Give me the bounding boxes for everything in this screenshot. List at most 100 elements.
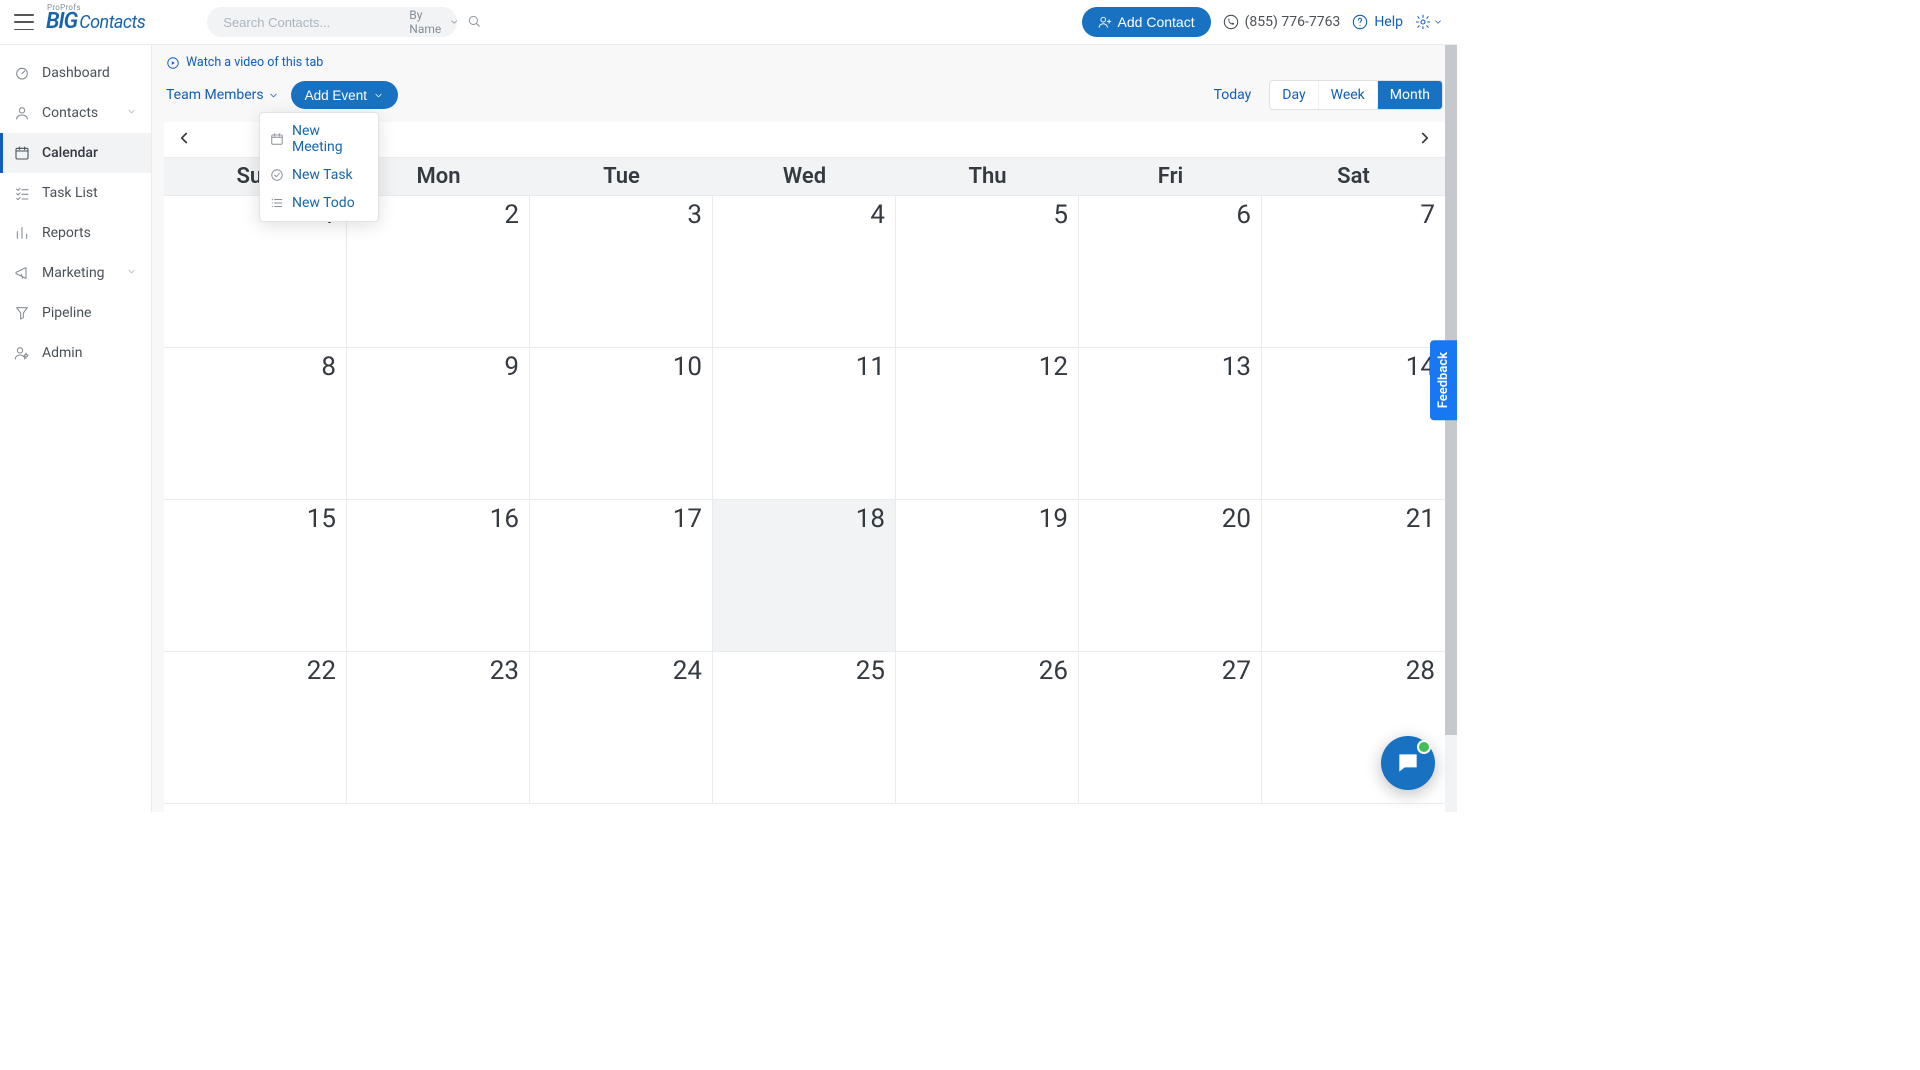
day-number: 20 <box>1222 504 1251 534</box>
calendar-day-cell[interactable]: 27 <box>1079 652 1262 804</box>
main-content: Watch a video of this tab Team Members A… <box>152 45 1457 812</box>
search-input[interactable] <box>221 14 401 31</box>
pipeline-icon <box>14 305 30 321</box>
sidebar-item-admin[interactable]: Admin <box>0 333 151 373</box>
calendar-day-cell[interactable]: 10 <box>530 348 713 500</box>
search-filter-label: By Name <box>409 8 445 36</box>
day-number: 18 <box>856 504 885 534</box>
today-button[interactable]: Today <box>1204 81 1262 109</box>
calendar-day-cell[interactable]: 7 <box>1262 196 1445 348</box>
day-number: 22 <box>307 656 336 686</box>
chat-widget[interactable] <box>1381 736 1435 790</box>
add-event-button[interactable]: Add Event <box>291 81 398 109</box>
sidebar-item-contacts[interactable]: Contacts <box>0 93 151 133</box>
search-icon[interactable] <box>467 14 481 31</box>
watch-video-label: Watch a video of this tab <box>186 55 323 70</box>
add-contact-button[interactable]: Add Contact <box>1082 7 1211 37</box>
day-number: 6 <box>1236 200 1251 230</box>
calendar-day-cell[interactable]: 16 <box>347 500 530 652</box>
calendar-day-cell[interactable]: 9 <box>347 348 530 500</box>
calendar-day-cell[interactable]: 17 <box>530 500 713 652</box>
brand-contacts: Contacts <box>79 14 145 32</box>
day-number: 4 <box>870 200 885 230</box>
calendar-day-cell[interactable]: 14 <box>1262 348 1445 500</box>
sidebar-item-marketing[interactable]: Marketing <box>0 253 151 293</box>
calendar-icon <box>14 145 30 161</box>
calendar-day-cell[interactable]: 3 <box>530 196 713 348</box>
watch-video-link[interactable]: Watch a video of this tab <box>164 53 1445 80</box>
calendar-day-cell[interactable]: 4 <box>713 196 896 348</box>
calendar-day-cell[interactable]: 23 <box>347 652 530 804</box>
sidebar-item-label: Pipeline <box>42 305 92 321</box>
phone-number[interactable]: (855) 776-7763 <box>1223 14 1341 30</box>
feedback-tab[interactable]: Feedback <box>1430 340 1457 420</box>
caret-down-icon <box>268 90 279 101</box>
view-week-button[interactable]: Week <box>1318 81 1377 109</box>
calendar-day-cell[interactable]: 26 <box>896 652 1079 804</box>
brand-logo[interactable]: ProProfs BIG Contacts <box>46 11 145 33</box>
caret-down-icon <box>373 90 384 101</box>
calendar-day-cell[interactable]: 6 <box>1079 196 1262 348</box>
day-header: Thu <box>896 158 1079 195</box>
sidebar-item-reports[interactable]: Reports <box>0 213 151 253</box>
calendar-day-cell[interactable]: 24 <box>530 652 713 804</box>
page-scrollbar[interactable] <box>1445 45 1457 812</box>
menu-item-label: New Meeting <box>292 123 368 155</box>
day-header: Fri <box>1079 158 1262 195</box>
sidebar-item-task-list[interactable]: Task List <box>0 173 151 213</box>
settings-dropdown[interactable] <box>1415 14 1443 30</box>
admin-icon <box>14 345 30 361</box>
menu-item-label: New Todo <box>292 195 355 211</box>
chevron-left-icon <box>175 129 193 147</box>
menu-item-new-todo[interactable]: New Todo <box>260 189 378 217</box>
team-members-dropdown[interactable]: Team Members <box>166 87 279 103</box>
new-meeting-icon <box>270 132 284 146</box>
day-number: 10 <box>673 352 702 382</box>
search-box[interactable]: By Name <box>207 7 457 37</box>
prev-month-button[interactable] <box>174 128 194 152</box>
day-number: 26 <box>1039 656 1068 686</box>
calendar-day-cell[interactable]: 8 <box>164 348 347 500</box>
calendar-day-cell[interactable]: 15 <box>164 500 347 652</box>
calendar-day-cell[interactable]: 21 <box>1262 500 1445 652</box>
sidebar-item-pipeline[interactable]: Pipeline <box>0 293 151 333</box>
menu-toggle-icon[interactable] <box>14 14 34 30</box>
view-month-button[interactable]: Month <box>1377 81 1442 109</box>
calendar-day-cell[interactable]: 12 <box>896 348 1079 500</box>
phone-number-label: (855) 776-7763 <box>1245 14 1341 30</box>
day-number: 15 <box>307 504 336 534</box>
calendar-day-cell[interactable]: 20 <box>1079 500 1262 652</box>
search-filter-dropdown[interactable]: By Name <box>409 8 459 36</box>
sidebar-item-dashboard[interactable]: Dashboard <box>0 53 151 93</box>
brand-big: BIG <box>46 11 77 33</box>
calendar-toolbar: Team Members Add Event New MeetingNew Ta… <box>164 80 1445 122</box>
calendar: SunMonTueWedThuFriSat 123456789101112131… <box>164 122 1445 812</box>
view-day-button[interactable]: Day <box>1270 81 1317 109</box>
sidebar-item-calendar[interactable]: Calendar <box>0 133 151 173</box>
calendar-day-cell[interactable]: 5 <box>896 196 1079 348</box>
gear-icon <box>1415 14 1431 30</box>
chevron-down-icon <box>126 106 137 120</box>
calendar-day-cell[interactable]: 25 <box>713 652 896 804</box>
add-user-icon <box>1098 15 1112 29</box>
calendar-grid: 1234567891011121314151617181920212223242… <box>164 196 1445 812</box>
day-number: 11 <box>856 352 885 382</box>
day-number: 16 <box>490 504 519 534</box>
calendar-day-cell[interactable]: 19 <box>896 500 1079 652</box>
calendar-day-cell[interactable]: 22 <box>164 652 347 804</box>
day-number: 28 <box>1406 656 1435 686</box>
menu-item-new-task[interactable]: New Task <box>260 161 378 189</box>
day-number: 9 <box>504 352 519 382</box>
menu-item-new-meeting[interactable]: New Meeting <box>260 117 378 161</box>
day-number: 25 <box>856 656 885 686</box>
calendar-day-cell[interactable]: 18 <box>713 500 896 652</box>
sidebar-item-label: Dashboard <box>42 65 110 81</box>
day-header: Wed <box>713 158 896 195</box>
sidebar-item-label: Task List <box>42 185 98 201</box>
help-link[interactable]: Help <box>1352 14 1403 30</box>
calendar-day-cell[interactable]: 13 <box>1079 348 1262 500</box>
calendar-day-cell[interactable]: 11 <box>713 348 896 500</box>
dashboard-icon <box>14 65 30 81</box>
next-month-button[interactable] <box>1415 128 1435 152</box>
day-number: 5 <box>1053 200 1068 230</box>
